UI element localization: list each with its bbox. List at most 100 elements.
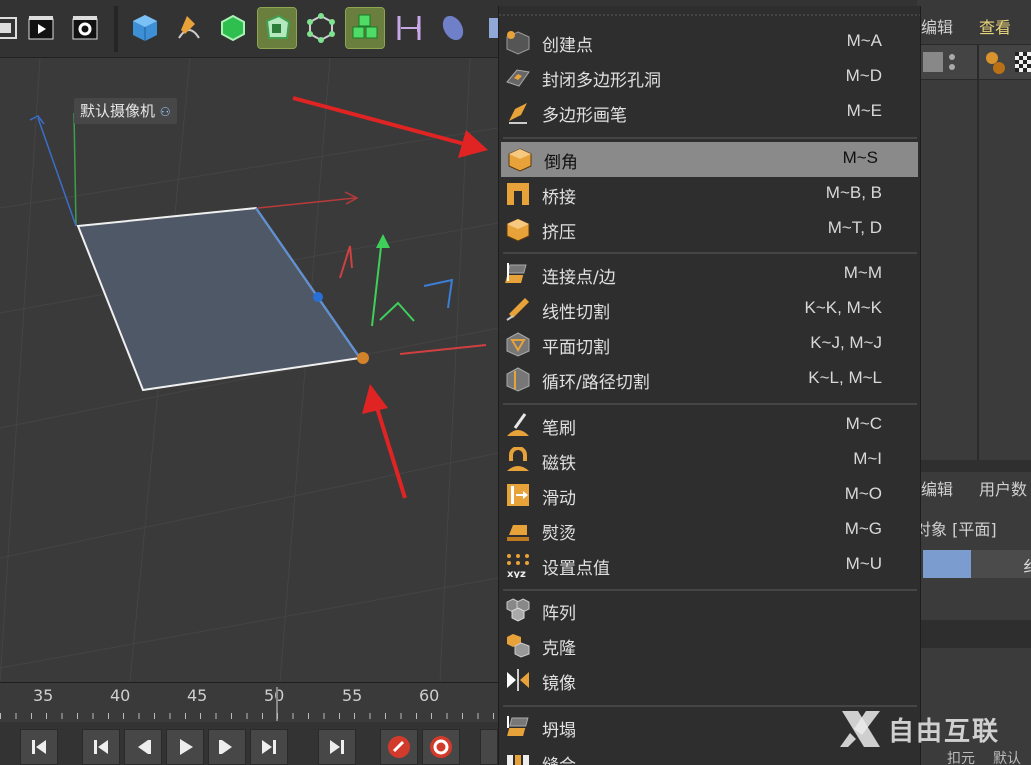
pen-icon[interactable]	[170, 8, 208, 48]
menu-item-set-point-value[interactable]: xyz 设置点值 M~U	[499, 548, 922, 583]
polygon-pen-icon	[509, 103, 527, 124]
menu-item-close-polygon-hole[interactable]: 封闭多边形孔洞 M~D	[499, 60, 922, 95]
menu-item-label: 滑动	[542, 489, 576, 509]
collapse-icon	[507, 716, 529, 736]
menu-item-mirror[interactable]: 镜像	[499, 663, 922, 698]
points-mode-icon[interactable]	[302, 8, 340, 48]
menu-item-shortcut: M~O	[844, 484, 882, 503]
key-options-icon[interactable]	[480, 729, 498, 765]
mode-tab-active[interactable]	[923, 550, 971, 578]
menu-item-shortcut: M~E	[846, 101, 882, 120]
checker-icon[interactable]	[1015, 52, 1031, 72]
menu-item-line-cut[interactable]: 线性切割 K~K, M~K	[499, 292, 922, 327]
cube-icon[interactable]	[126, 8, 164, 48]
menu-item-label: 阵列	[542, 604, 576, 624]
user-data-tab[interactable]: 用户数	[979, 476, 1027, 500]
menu-item-label: 镜像	[542, 674, 576, 694]
clone-icon	[507, 634, 530, 658]
watermark: 自由互联	[836, 703, 1026, 753]
menu-item-bevel[interactable]: 倒角 M~S	[501, 142, 918, 177]
menu-item-loop-path-cut[interactable]: 循环/路径切割 K~L, M~L	[499, 362, 922, 397]
menu-item-bridge[interactable]: 桥接 M~B, B	[499, 177, 922, 212]
menu-item-label: 线性切割	[542, 303, 610, 323]
gizmo-x	[399, 344, 487, 355]
menu-item-label: 磁铁	[542, 454, 576, 474]
menu-separator	[503, 589, 917, 591]
menu-item-shortcut: K~L, M~L	[808, 368, 882, 387]
menu-item-extrude[interactable]: 挤压 M~T, D	[499, 212, 922, 247]
go-to-start-button[interactable]	[20, 729, 58, 765]
next-key-button[interactable]	[250, 729, 288, 765]
svg-text:xyz: xyz	[507, 569, 526, 578]
layer-icon[interactable]	[923, 52, 943, 72]
menu-item-brush[interactable]: 笔刷 M~C	[499, 408, 922, 443]
menu-item-label: 平面切割	[542, 338, 610, 358]
menu-item-shortcut: M~D	[845, 66, 882, 85]
menu-item-label: 笔刷	[542, 419, 576, 439]
tick-label: 55	[342, 686, 363, 705]
mirror-icon	[507, 669, 529, 691]
menu-item-polygon-pen[interactable]: 多边形画笔 M~E	[499, 95, 922, 130]
3d-viewport[interactable]: 默认摄像机 ⚇	[0, 58, 498, 682]
menu-item-label: 挤压	[542, 223, 576, 243]
extrude-icon	[506, 218, 530, 242]
menu-item-iron[interactable]: 熨烫 M~G	[499, 513, 922, 548]
deformer-icon[interactable]	[434, 8, 472, 48]
tick-label: 45	[187, 686, 208, 705]
next-frame-button[interactable]	[208, 729, 246, 765]
connect-points-edges-icon	[505, 263, 527, 283]
polygon-mode-icon[interactable]	[257, 7, 297, 49]
frame-icon[interactable]	[0, 8, 24, 48]
render-view-icon[interactable]	[22, 8, 60, 48]
close-polygon-hole-icon	[506, 69, 530, 87]
menu-item-array[interactable]: 阵列	[499, 593, 922, 628]
tick-label: 40	[110, 686, 131, 705]
y-axis-line	[73, 112, 77, 227]
panel-divider	[977, 44, 979, 460]
menu-tear-off-grip[interactable]	[499, 6, 920, 24]
camera-icon: ⚇	[159, 105, 171, 119]
prev-frame-button[interactable]	[124, 729, 162, 765]
menu-item-label: 倒角	[544, 153, 578, 173]
timeline-ruler[interactable]: 35 40 45 50 55 60	[0, 682, 498, 722]
slide-icon	[507, 484, 529, 506]
menu-item-clone[interactable]: 克隆	[499, 628, 922, 663]
record-key-icon[interactable]	[380, 729, 418, 765]
menu-item-create-point[interactable]: 创建点 M~A	[499, 25, 922, 60]
edit-tab[interactable]: 编辑	[921, 14, 953, 38]
annotation-arrow-1	[292, 96, 473, 148]
watermark-text: 自由互联	[888, 717, 1001, 747]
brush-icon	[507, 413, 529, 436]
menu-item-label: 桥接	[542, 188, 576, 208]
view-tab[interactable]: 查看	[979, 14, 1011, 38]
annotation-arrow-2	[372, 397, 407, 499]
prev-key-button[interactable]	[82, 729, 120, 765]
axis-icon[interactable]	[390, 8, 428, 48]
ruler-ticks	[0, 713, 498, 719]
mode-tab[interactable]: 纟	[971, 550, 1031, 578]
render-settings-icon[interactable]	[66, 8, 104, 48]
menu-item-plane-cut[interactable]: 平面切割 K~J, M~J	[499, 327, 922, 362]
gizmo-rotate-green	[379, 301, 415, 322]
attr-edit-tab[interactable]: 编辑	[921, 476, 953, 500]
material-spheres-icon[interactable]	[983, 50, 1011, 76]
tick-label: 35	[33, 686, 54, 705]
subdivision-icon[interactable]	[214, 8, 252, 48]
menu-item-label: 克隆	[542, 639, 576, 659]
menu-item-connect-points-edges[interactable]: 连接点/边 M~M	[499, 257, 922, 292]
menu-item-slide[interactable]: 滑动 M~O	[499, 478, 922, 513]
gizmo-rotate-blue	[423, 278, 454, 309]
iron-icon	[507, 525, 529, 541]
line-cut-icon	[506, 298, 529, 321]
loop-path-cut-icon	[506, 367, 530, 392]
menu-item-magnet[interactable]: 磁铁 M~I	[499, 443, 922, 478]
polygons-mode-icon[interactable]	[345, 7, 385, 49]
auto-key-icon[interactable]	[422, 729, 460, 765]
menu-item-label: 创建点	[542, 36, 593, 56]
camera-label[interactable]: 默认摄像机 ⚇	[74, 98, 177, 124]
timeline: 35 40 45 50 55 60	[0, 682, 498, 765]
z-axis-line	[37, 117, 77, 227]
go-to-end-button[interactable]	[318, 729, 356, 765]
play-button[interactable]	[166, 729, 204, 765]
menu-item-label: 坍塌	[542, 721, 576, 741]
